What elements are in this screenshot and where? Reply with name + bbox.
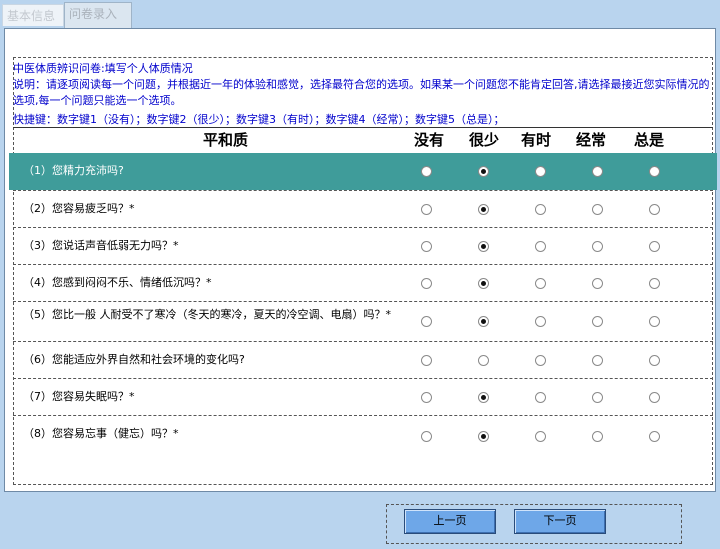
- question-row: （8）您容易忘事（健忘）吗？*: [13, 415, 713, 456]
- option-radio[interactable]: [478, 166, 489, 177]
- option-radio[interactable]: [649, 431, 660, 442]
- option-radio[interactable]: [649, 355, 660, 366]
- option-header: 有时: [521, 131, 552, 149]
- option-radio[interactable]: [535, 431, 546, 442]
- option-radio[interactable]: [649, 392, 660, 403]
- prev-page-button[interactable]: 上一页: [404, 509, 496, 534]
- option-radio[interactable]: [478, 241, 489, 252]
- next-page-button[interactable]: 下一页: [514, 509, 606, 534]
- question-row: （7）您容易失眠吗？*: [13, 378, 713, 415]
- option-radio[interactable]: [478, 204, 489, 215]
- option-radio[interactable]: [649, 278, 660, 289]
- option-radio[interactable]: [478, 392, 489, 403]
- option-radio[interactable]: [478, 431, 489, 442]
- question-text: （8）您容易忘事（健忘）吗？*: [23, 427, 179, 440]
- option-radio[interactable]: [421, 166, 432, 177]
- option-radio[interactable]: [649, 204, 660, 215]
- option-radio[interactable]: [535, 316, 546, 327]
- questionnaire-description: 说明：请逐项阅读每一个问题，并根据近一年的体验和感觉，选择最符合您的选项。如果某…: [13, 78, 710, 107]
- option-radio[interactable]: [592, 166, 603, 177]
- option-radio[interactable]: [649, 241, 660, 252]
- question-text: （2）您容易疲乏吗？*: [23, 202, 135, 215]
- section-title: 平和质: [203, 131, 249, 149]
- question-row: （5）您比一般 人耐受不了寒冷（冬天的寒冷，夏天的冷空调、电扇）吗？*: [13, 301, 713, 341]
- option-radio[interactable]: [535, 355, 546, 366]
- option-radio[interactable]: [649, 166, 660, 177]
- option-radio[interactable]: [478, 355, 489, 366]
- question-header: 平和质 没有 很少 有时 经常 总是: [13, 127, 713, 153]
- option-header: 没有: [414, 131, 445, 149]
- option-radio[interactable]: [421, 278, 432, 289]
- option-radio[interactable]: [592, 355, 603, 366]
- option-radio[interactable]: [592, 431, 603, 442]
- option-radio[interactable]: [421, 204, 432, 215]
- question-row: （2）您容易疲乏吗？*: [13, 190, 713, 227]
- option-radio[interactable]: [535, 166, 546, 177]
- question-row: （4）您感到闷闷不乐、情绪低沉吗？*: [13, 264, 713, 301]
- option-radio[interactable]: [421, 241, 432, 252]
- questionnaire-panel: 中医体质辨识问卷:填写个人体质情况 说明：请逐项阅读每一个问题，并根据近一年的体…: [4, 28, 717, 492]
- option-radio[interactable]: [421, 355, 432, 366]
- tab-basic-info[interactable]: 基本信息: [2, 4, 64, 26]
- option-radio[interactable]: [649, 316, 660, 327]
- option-radio[interactable]: [535, 241, 546, 252]
- tab-questionnaire[interactable]: 问卷录入: [64, 2, 132, 28]
- question-text: （6）您能适应外界自然和社会环境的变化吗?: [23, 353, 245, 366]
- option-radio[interactable]: [592, 204, 603, 215]
- question-text: （7）您容易失眠吗？*: [23, 390, 135, 403]
- option-radio[interactable]: [592, 278, 603, 289]
- option-header: 经常: [576, 131, 607, 149]
- option-radio[interactable]: [535, 278, 546, 289]
- option-radio[interactable]: [421, 431, 432, 442]
- option-radio[interactable]: [535, 204, 546, 215]
- question-row: （1）您精力充沛吗?: [9, 153, 717, 190]
- option-radio[interactable]: [535, 392, 546, 403]
- option-radio[interactable]: [421, 316, 432, 327]
- option-header: 很少: [469, 131, 500, 149]
- question-row: （3）您说话声音低弱无力吗？*: [13, 227, 713, 264]
- option-header: 总是: [634, 131, 665, 149]
- option-radio[interactable]: [592, 392, 603, 403]
- question-row: （6）您能适应外界自然和社会环境的变化吗?: [13, 341, 713, 378]
- question-text: （5）您比一般 人耐受不了寒冷（冬天的寒冷，夏天的冷空调、电扇）吗？*: [23, 308, 391, 321]
- option-radio[interactable]: [592, 316, 603, 327]
- option-radio[interactable]: [478, 316, 489, 327]
- tab-bar: 基本信息 问卷录入: [0, 0, 720, 30]
- option-radio[interactable]: [478, 278, 489, 289]
- questionnaire-title: 中医体质辨识问卷:填写个人体质情况: [13, 62, 193, 75]
- option-radio[interactable]: [592, 241, 603, 252]
- question-text: （3）您说话声音低弱无力吗？*: [23, 239, 179, 252]
- question-text: （1）您精力充沛吗?: [23, 164, 124, 177]
- question-text: （4）您感到闷闷不乐、情绪低沉吗？*: [23, 276, 212, 289]
- shortcut-hint: 快捷键：数字键1（没有）；数字键2（很少）；数字键3（有时）；数字键4（经常）；…: [13, 113, 505, 126]
- option-radio[interactable]: [421, 392, 432, 403]
